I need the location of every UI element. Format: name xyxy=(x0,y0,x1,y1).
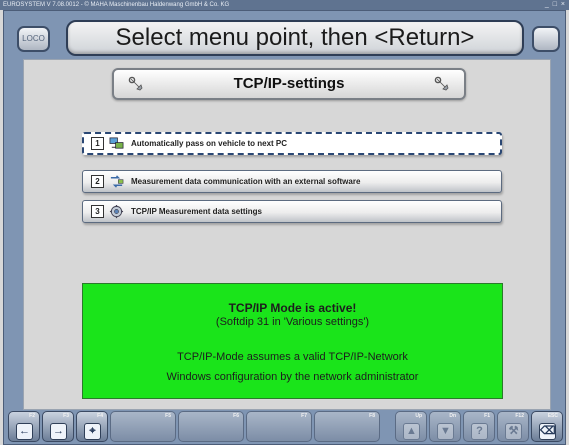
header: LOCO Select menu point, then <Return> xyxy=(4,11,565,59)
section-title-box: TCP/IP-settings xyxy=(112,68,466,100)
f7-button[interactable]: F7 xyxy=(246,411,312,442)
page-up-button[interactable]: Up ▲ xyxy=(395,411,427,442)
status-subheading: (Softdip 31 in 'Various settings') xyxy=(215,316,370,328)
exit-door-icon: ⌫ xyxy=(539,423,556,440)
window-titlebar: EUROSYSTEM V 7.08.0012 - © MAHA Maschine… xyxy=(0,0,569,10)
f8-button[interactable]: F8 xyxy=(314,411,380,442)
f2-back-button[interactable]: F2 ← xyxy=(8,411,40,442)
page-title: Select menu point, then <Return> xyxy=(66,20,524,56)
status-message-box: TCP/IP Mode is active! (Softdip 31 in 'V… xyxy=(82,283,503,399)
help-icon: ? xyxy=(471,423,488,440)
menu-item-label: TCP/IP Measurement data settings xyxy=(131,207,262,216)
page-down-button[interactable]: Dn ▼ xyxy=(429,411,461,442)
main-panel: TCP/IP-settings 1 Automatically pass on … xyxy=(23,59,551,410)
computer-network-icon xyxy=(109,137,124,149)
function-key-bar: F2 ← F3 → F4 ⌖ F5 F6 F7 F8 Up ▲ Dn ▼ F1 … xyxy=(4,410,565,444)
status-text-line: Windows configuration by the network adm… xyxy=(166,371,419,383)
window-title: EUROSYSTEM V 7.08.0012 - © MAHA Maschine… xyxy=(3,2,230,8)
f5-button[interactable]: F5 xyxy=(110,411,176,442)
esc-exit-button[interactable]: ESC ⌫ xyxy=(531,411,563,442)
arrow-left-icon: ← xyxy=(16,423,33,440)
up-icon: ▲ xyxy=(403,423,420,440)
menu-item-external-software[interactable]: 2 Measurement data communication with an… xyxy=(82,170,502,193)
settings-gear-icon xyxy=(109,204,124,219)
menu-item-label: Measurement data communication with an e… xyxy=(131,177,361,186)
menu-item-number: 3 xyxy=(91,205,104,218)
menu-item-measurement-settings[interactable]: 3 TCP/IP Measurement data settings xyxy=(82,200,502,223)
menu-item-label: Automatically pass on vehicle to next PC xyxy=(131,139,288,148)
down-icon: ▼ xyxy=(437,423,454,440)
f4-network-button[interactable]: F4 ⌖ xyxy=(76,411,108,442)
return-button[interactable] xyxy=(532,26,560,52)
wrench-icon xyxy=(434,76,449,91)
tool-icon: ⚒ xyxy=(505,423,522,440)
logo-button[interactable]: LOCO xyxy=(17,26,50,52)
f3-forward-button[interactable]: F3 → xyxy=(42,411,74,442)
window-controls[interactable]: _ □ × xyxy=(545,1,566,9)
f12-tool-button[interactable]: F12 ⚒ xyxy=(497,411,529,442)
menu-item-number: 1 xyxy=(91,137,104,150)
f1-help-button[interactable]: F1 ? xyxy=(463,411,495,442)
menu-item-pass-vehicle[interactable]: 1 Automatically pass on vehicle to next … xyxy=(82,132,502,155)
section-title: TCP/IP-settings xyxy=(233,75,345,92)
network-icon: ⌖ xyxy=(84,423,101,440)
arrow-right-icon: → xyxy=(50,423,67,440)
app-frame: LOCO Select menu point, then <Return> TC… xyxy=(3,10,566,445)
data-transfer-icon xyxy=(110,175,124,188)
wrench-icon xyxy=(128,76,143,91)
f6-button[interactable]: F6 xyxy=(178,411,244,442)
status-text-line: TCP/IP-Mode assumes a valid TCP/IP-Netwo… xyxy=(177,351,408,363)
status-heading: TCP/IP Mode is active! xyxy=(228,301,357,315)
menu-item-number: 2 xyxy=(91,175,104,188)
